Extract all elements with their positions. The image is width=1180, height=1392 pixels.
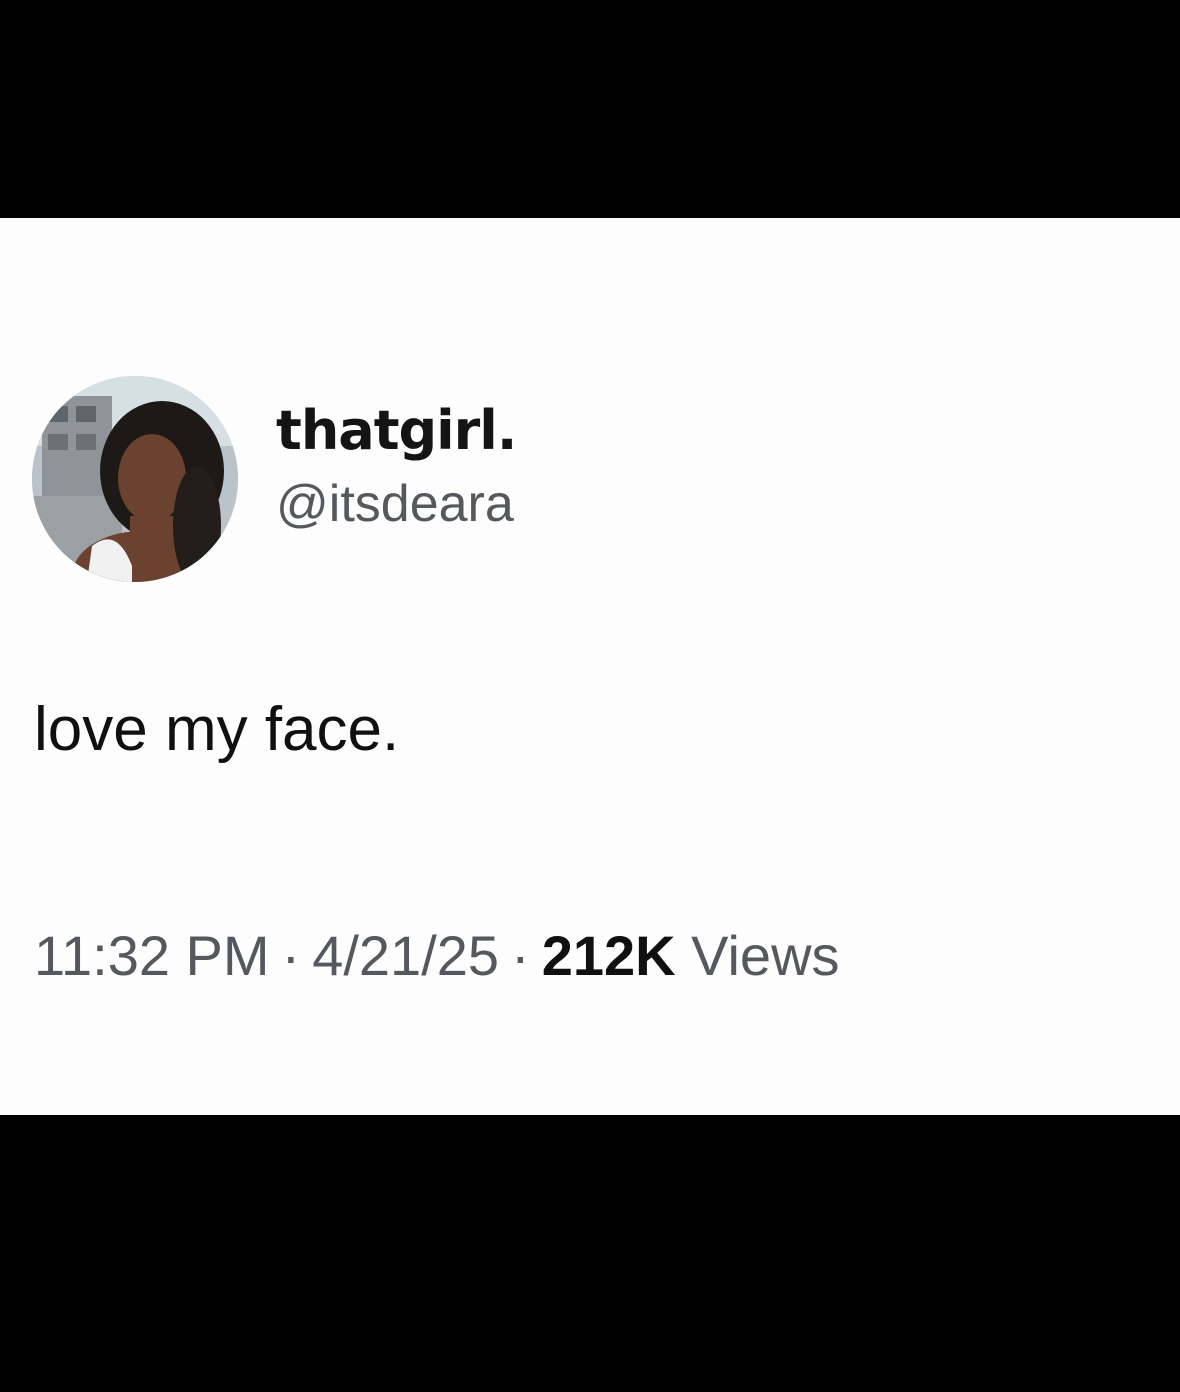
tweet-meta: 11:32 PM · 4/21/25 · 212K Views (34, 918, 840, 994)
letterbox-bottom (0, 1115, 1180, 1392)
views-label: Views (691, 924, 840, 987)
tweet-date[interactable]: 4/21/25 (312, 924, 499, 987)
video-frame: thatgirl. @itsdeara love my face. 11:32 … (0, 0, 1180, 1392)
meta-separator: · (281, 924, 301, 987)
avatar[interactable] (32, 376, 238, 582)
letterbox-top (0, 0, 1180, 218)
tweet-card: thatgirl. @itsdeara love my face. 11:32 … (0, 218, 1180, 1115)
meta-separator: · (511, 924, 530, 987)
views-count[interactable]: 212K (542, 924, 676, 987)
display-name[interactable]: thatgirl. (276, 398, 517, 464)
user-handle[interactable]: @itsdeara (276, 472, 516, 536)
tweet-author[interactable]: thatgirl. @itsdeara (276, 398, 517, 536)
tweet-text: love my face. (34, 695, 400, 764)
tweet-time[interactable]: 11:32 PM (34, 924, 270, 987)
profile-photo-icon (32, 376, 238, 582)
